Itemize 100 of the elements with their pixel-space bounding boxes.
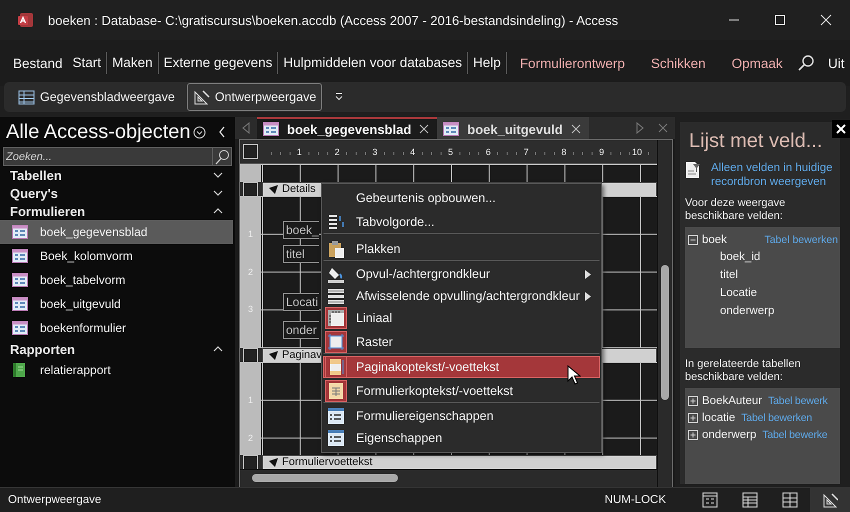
pane-title: Lijst met veld... <box>689 130 824 153</box>
navigation-item[interactable]: relatierapport <box>0 358 233 382</box>
form-icon <box>12 321 28 335</box>
document-tab[interactable]: boek_gegevensblad <box>257 117 438 139</box>
form-icon <box>443 122 460 136</box>
submenu-arrow-icon <box>585 270 591 278</box>
menu-item[interactable]: Opvul-/achtergrondkleur <box>323 263 600 285</box>
view-switch-button[interactable] <box>810 488 850 512</box>
ribbon-tab[interactable]: Formulierontwerp <box>506 56 638 70</box>
tab-order-icon <box>327 212 345 230</box>
table-name[interactable]: locatie <box>702 412 736 424</box>
navigation-item[interactable]: boek_tabelvorm <box>0 268 233 292</box>
navigation-item[interactable]: boekenformulier <box>0 316 233 340</box>
group-header[interactable]: Query's <box>0 184 235 202</box>
navigation-item[interactable]: boek_gegevensblad <box>0 220 233 244</box>
vertical-ruler <box>240 164 261 182</box>
menu-item[interactable]: Gebeurtenis opbouwen... <box>323 187 600 209</box>
close-icon[interactable] <box>570 124 581 134</box>
collapse-pane-icon[interactable] <box>218 126 226 138</box>
form-icon <box>12 249 28 263</box>
form-label[interactable]: Locati <box>283 293 319 311</box>
striped-rows-icon <box>327 287 345 305</box>
field-item[interactable]: onderwerp <box>688 302 840 320</box>
form-label[interactable]: boek_ <box>283 221 319 239</box>
field-item[interactable]: titel <box>688 266 840 284</box>
expand-icon[interactable] <box>688 396 698 406</box>
close-icon[interactable] <box>832 120 850 138</box>
menu-item[interactable]: Paginakoptekst/-voettekst <box>323 356 600 378</box>
search-field[interactable]: Zoeken... <box>3 147 213 166</box>
report-icon <box>12 363 28 377</box>
collapse-icon[interactable] <box>688 234 698 244</box>
maximize-icon[interactable] <box>774 14 786 26</box>
group-header[interactable]: Formulieren <box>0 202 235 220</box>
menu-item[interactable]: Afwisselende opvulling/achtergrondkleur <box>323 285 600 307</box>
ribbon-tab[interactable]: Schikken <box>638 56 719 70</box>
menu-item[interactable]: Formulierkoptekst/-voettekst <box>323 378 600 403</box>
section-selector[interactable] <box>243 182 258 196</box>
datasheet-icon <box>18 88 35 106</box>
layout-view-icon <box>782 492 798 508</box>
view-button[interactable]: Gegevensbladweergave <box>12 83 181 111</box>
properties-icon <box>327 429 345 447</box>
submenu-arrow-icon <box>585 292 591 300</box>
table-name[interactable]: BoekAuteur <box>702 394 762 406</box>
menu-item[interactable]: Formuliereigenschappen <box>323 405 600 427</box>
chevron-up-icon <box>213 207 223 215</box>
section-arrow-icon <box>269 184 278 194</box>
ribbon-tab[interactable]: Uit <box>823 56 850 70</box>
menu-item[interactable]: Tabvolgorde... <box>323 209 600 234</box>
menu-item[interactable]: Raster <box>323 329 600 354</box>
view-button[interactable]: Ontwerpweergave <box>186 83 322 111</box>
datasheet-icon <box>742 492 758 508</box>
expand-icon[interactable] <box>688 430 698 440</box>
ribbon-tab[interactable]: Opmaak <box>718 56 796 70</box>
ruler-icon <box>327 309 345 327</box>
table-name[interactable]: onderwerp <box>702 428 756 440</box>
field-filter-link[interactable]: Alleen velden in huidige recordbron weergeven <box>711 161 840 189</box>
field-item[interactable]: Locatie <box>688 284 840 302</box>
mouse-pointer-icon <box>567 365 581 385</box>
form-icon <box>263 122 279 136</box>
section-selector[interactable] <box>243 348 258 362</box>
dropdown-circle-icon[interactable] <box>192 126 206 138</box>
grid-icon <box>327 332 345 350</box>
search-icon[interactable] <box>797 54 815 72</box>
section-arrow-icon <box>269 350 278 360</box>
expand-icon[interactable] <box>688 412 698 422</box>
close-icon[interactable] <box>820 14 832 26</box>
table-name[interactable]: boek <box>702 234 727 246</box>
customize-caret-icon[interactable] <box>334 92 344 102</box>
group-header[interactable]: Tabellen <box>0 166 235 184</box>
section-selector[interactable] <box>243 454 258 470</box>
form-icon <box>12 297 28 311</box>
search-icon[interactable] <box>213 147 232 166</box>
design-ruler-icon <box>192 88 210 106</box>
ribbon-tab[interactable]: Help <box>468 52 507 74</box>
pane-title: Alle Access-objecten <box>6 120 191 144</box>
form-selector[interactable] <box>243 144 258 159</box>
vertical-scrollbar[interactable] <box>657 140 672 487</box>
close-icon[interactable] <box>419 124 430 134</box>
form-label[interactable]: onder <box>283 321 319 339</box>
menu-item[interactable]: Plakken <box>323 236 600 261</box>
properties-icon <box>327 407 345 425</box>
menu-item[interactable]: Liniaal <box>323 307 600 329</box>
form-header-icon <box>327 382 345 400</box>
form-label[interactable]: titel <box>283 245 319 263</box>
ribbon-tab[interactable]: Maken <box>107 52 159 74</box>
field-item[interactable]: boek_id <box>688 248 840 266</box>
document-tab[interactable]: boek_uitgevuld <box>437 117 589 139</box>
ribbon-tab[interactable]: Externe gegevens <box>158 52 278 74</box>
section-heading: Voor deze weergave beschikbare velden: <box>685 197 786 223</box>
menu-item[interactable]: Eigenschappen <box>323 427 600 449</box>
section-arrow-icon <box>269 458 278 466</box>
group-header[interactable]: Rapporten <box>0 340 235 358</box>
ribbon-tab[interactable]: Hulpmiddelen voor databases <box>278 52 468 74</box>
section-bar[interactable]: Formuliervoettekst <box>262 454 657 470</box>
clipboard-icon <box>327 240 345 258</box>
navigation-item[interactable]: Boek_kolomvorm <box>0 244 233 268</box>
navigation-item[interactable]: boek_uitgevuld <box>0 292 233 316</box>
ribbon-tab[interactable]: Start <box>68 52 108 74</box>
ribbon-tab[interactable]: Bestand <box>8 56 68 70</box>
design-ruler-icon <box>822 492 838 508</box>
